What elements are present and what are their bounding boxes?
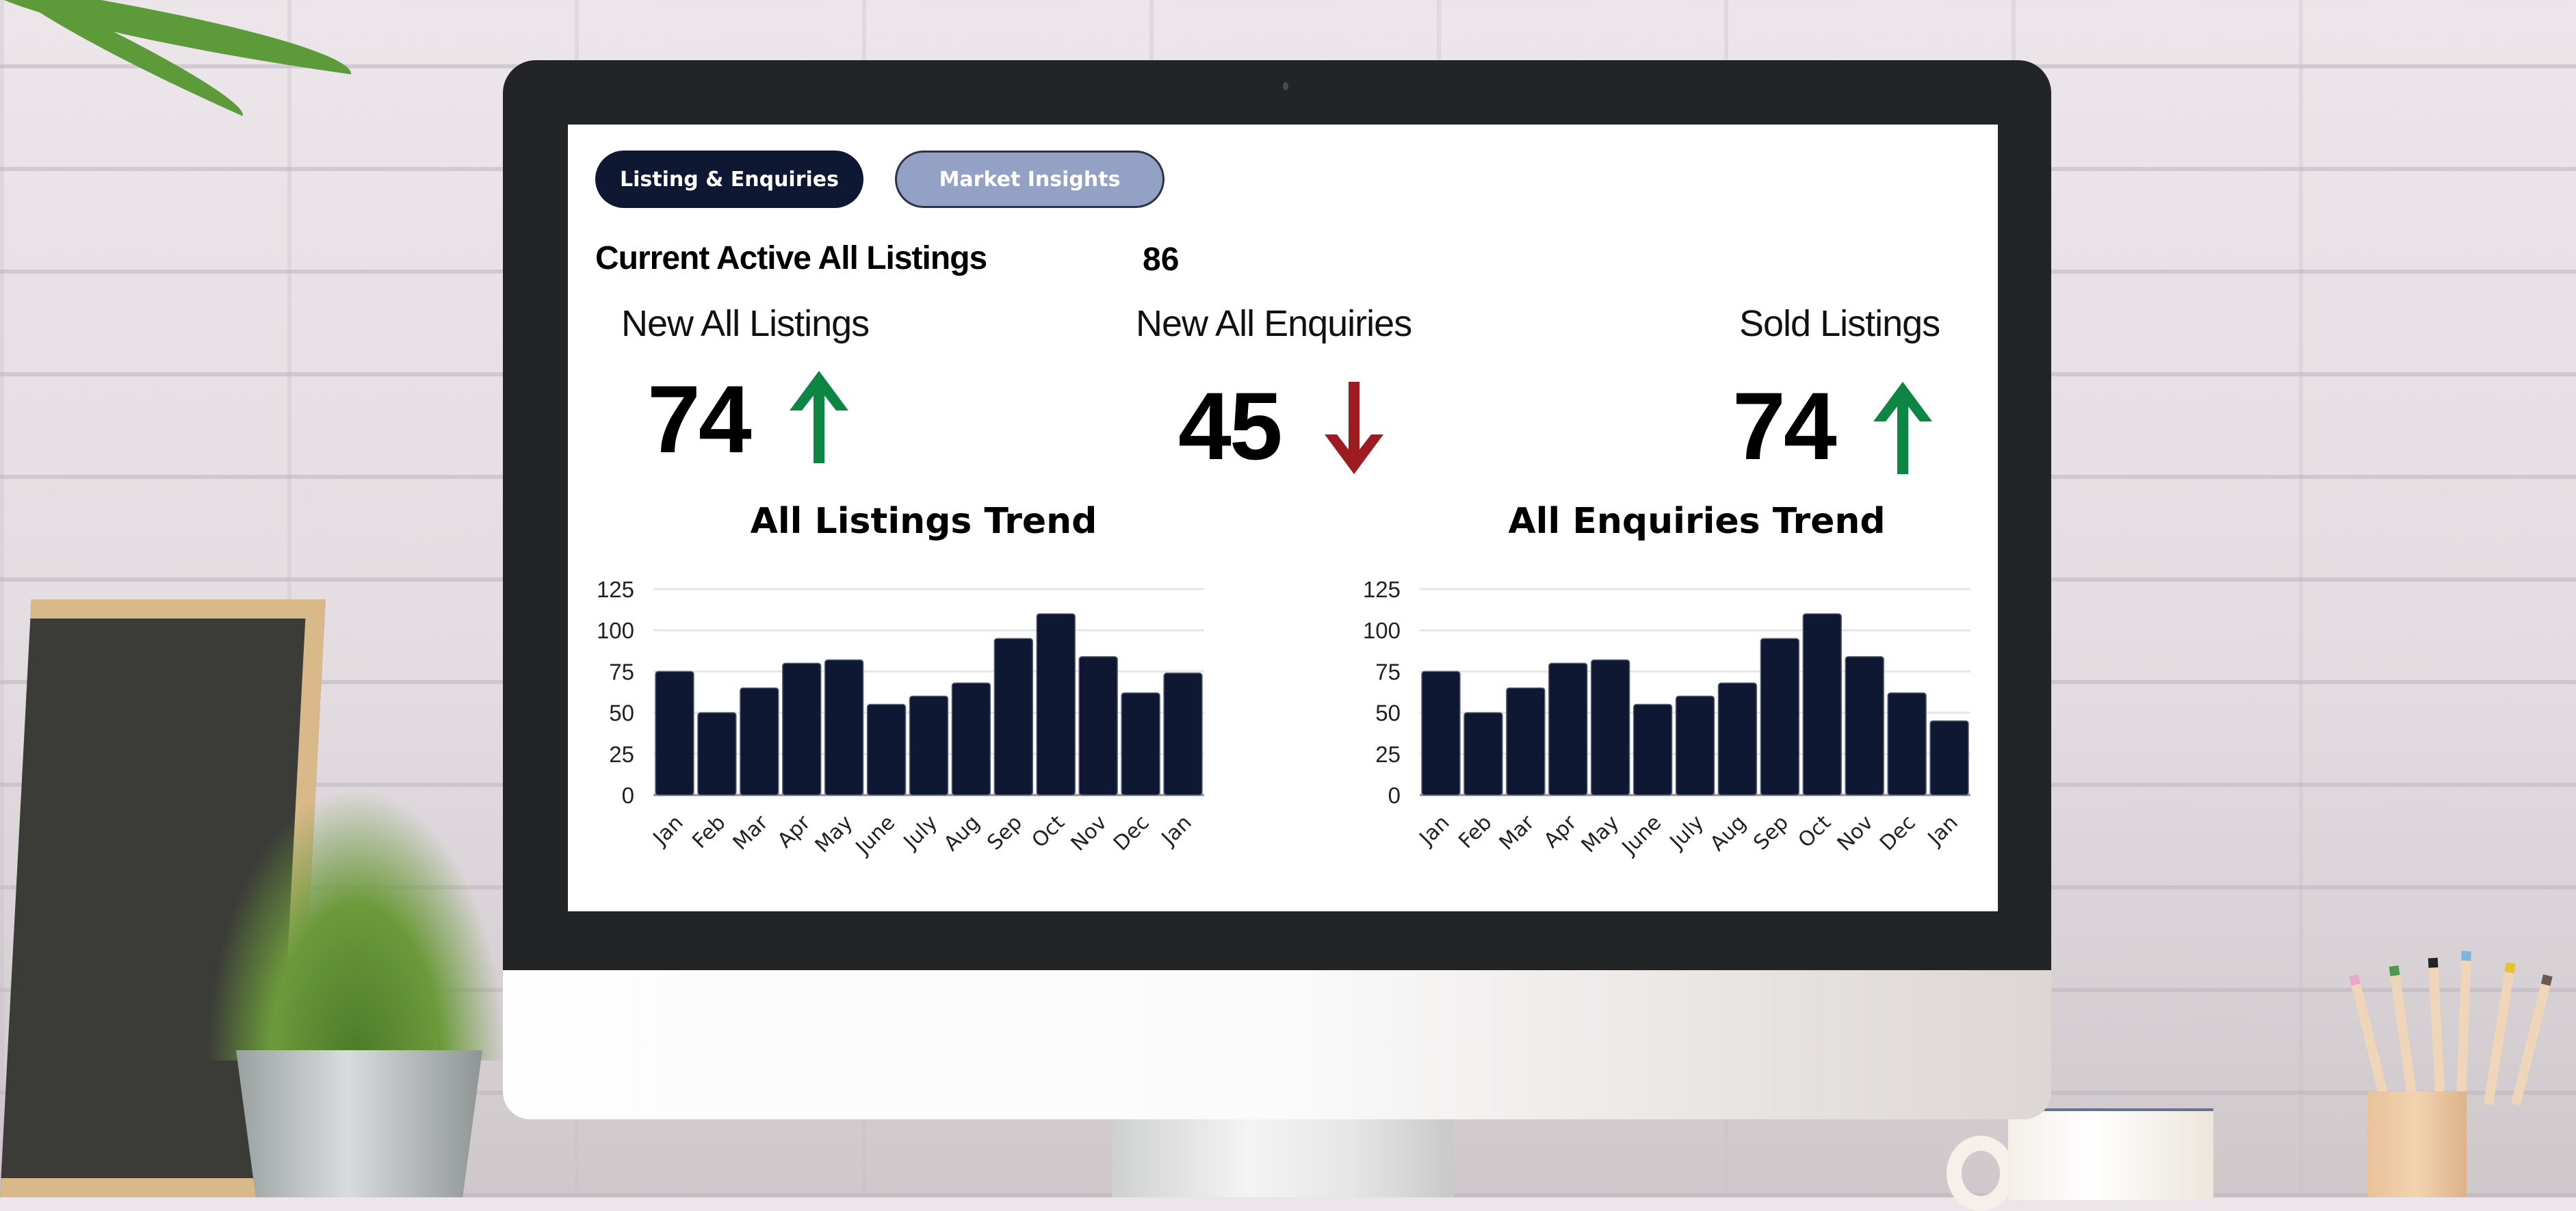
x-category-label: Sep (1749, 811, 1793, 855)
x-category-label: Dec (1109, 811, 1154, 856)
x-category-label: July (1665, 811, 1708, 855)
x-category-label: Aug (1706, 811, 1751, 856)
x-category-label: Oct (1793, 811, 1836, 853)
bar-aug (1717, 682, 1758, 796)
pencil-cup (2367, 1091, 2467, 1197)
x-category-label: Jan (1156, 811, 1197, 851)
x-category-label: June (1617, 811, 1666, 860)
x-category-label: May (811, 811, 858, 858)
bar-nov (1078, 655, 1118, 796)
x-category-label: Mar (729, 810, 773, 855)
tab-market-insights[interactable]: Market Insights (895, 151, 1165, 208)
kpi-new-enquiries-label: New All Enquiries (1136, 303, 1412, 344)
bar-mar (1506, 687, 1546, 796)
y-tick-label: 0 (1388, 783, 1401, 808)
coffee-mug (2008, 1108, 2213, 1200)
listings-chart-title: All Listings Trend (750, 501, 1097, 542)
bar-aug (951, 682, 991, 796)
bar-dec (1121, 692, 1160, 796)
trend-down-arrow-icon (1325, 382, 1383, 474)
y-tick-label: 100 (597, 618, 634, 643)
trend-up-arrow-icon (1873, 382, 1932, 474)
bar-nov (1845, 655, 1884, 796)
bar-dec (1887, 692, 1927, 796)
x-category-label: Nov (1833, 811, 1878, 856)
enquiries-trend-bar-chart: 0255075100125Jan FebMar AprMayJune JulyAugS… (1363, 577, 1970, 860)
dashboard-screen: Listing & Enquiries Market Insights Curr… (568, 125, 1998, 911)
y-tick-label: 125 (1363, 577, 1401, 602)
y-tick-label: 75 (1375, 659, 1401, 684)
y-tick-label: 50 (1375, 701, 1401, 726)
bar-may (824, 659, 864, 796)
kpi-new-listings-label: New All Listings (621, 303, 870, 344)
bar-jan (1163, 673, 1203, 796)
kpi-sold-listings-value: 74 (1732, 372, 1837, 480)
monitor-chin (503, 970, 2051, 1119)
current-active-listings-label: Current Active All Listings (595, 240, 987, 276)
tab-listing-enquiries[interactable]: Listing & Enquiries (595, 151, 863, 208)
tab-label: Listing & Enquiries (619, 167, 839, 192)
bar-jan (1929, 720, 1969, 796)
bar-july (909, 695, 949, 796)
x-category-label: Feb (688, 811, 730, 853)
x-category-label: Nov (1067, 811, 1112, 856)
y-tick-label: 100 (1363, 618, 1401, 643)
y-tick-label: 75 (609, 659, 634, 684)
x-category-label: May (1577, 811, 1624, 858)
x-category-label: Mar (1495, 810, 1539, 855)
y-tick-label: 25 (609, 742, 634, 767)
bar-mar (740, 687, 779, 796)
x-category-label: Jan (1414, 811, 1455, 851)
kpi-new-listings-value: 74 (647, 365, 752, 473)
x-category-label: Jan (648, 811, 688, 851)
bar-june (866, 703, 907, 796)
bar-feb (1463, 712, 1503, 796)
x-category-label: July (898, 811, 942, 855)
monitor-stand (1112, 1119, 1454, 1197)
x-category-label: Jan (1923, 811, 1963, 851)
x-category-label: Apr (1539, 810, 1582, 852)
y-tick-label: 0 (622, 783, 634, 808)
bar-sep (993, 638, 1034, 796)
bar-oct (1802, 613, 1842, 796)
y-tick-label: 125 (597, 577, 634, 602)
x-category-label: Feb (1454, 811, 1496, 853)
current-active-listings-value: 86 (1143, 242, 1180, 278)
x-category-label: Dec (1875, 811, 1921, 856)
mug-handle (1947, 1136, 2015, 1211)
bar-june (1632, 703, 1673, 796)
bar-apr (1548, 662, 1588, 796)
bar-may (1590, 659, 1630, 796)
x-category-label: Sep (983, 811, 1027, 855)
enquiries-chart-title: All Enquiries Trend (1508, 501, 1886, 542)
bar-jan (1421, 670, 1461, 796)
kpi-sold-listings-label: Sold Listings (1739, 303, 1940, 344)
x-category-label: Apr (773, 810, 816, 852)
x-category-label: Oct (1027, 811, 1069, 853)
bar-oct (1036, 613, 1076, 796)
tab-label: Market Insights (939, 167, 1121, 192)
potted-grass (205, 787, 506, 1060)
bar-sep (1760, 638, 1800, 796)
y-tick-label: 50 (609, 701, 634, 726)
kpi-new-enquiries-value: 45 (1178, 372, 1283, 480)
bar-feb (697, 712, 737, 796)
x-category-label: June (850, 811, 900, 860)
bar-july (1675, 695, 1715, 796)
bar-apr (782, 662, 822, 796)
webcam (1283, 82, 1288, 90)
trend-up-arrow-icon (790, 371, 848, 463)
x-category-label: Aug (939, 811, 985, 856)
y-tick-label: 25 (1375, 742, 1401, 767)
plant-pot (236, 1050, 482, 1197)
bar-jan (655, 670, 694, 796)
listings-trend-bar-chart: 0255075100125Jan FebMar AprMayJune JulyAugS… (597, 577, 1204, 860)
